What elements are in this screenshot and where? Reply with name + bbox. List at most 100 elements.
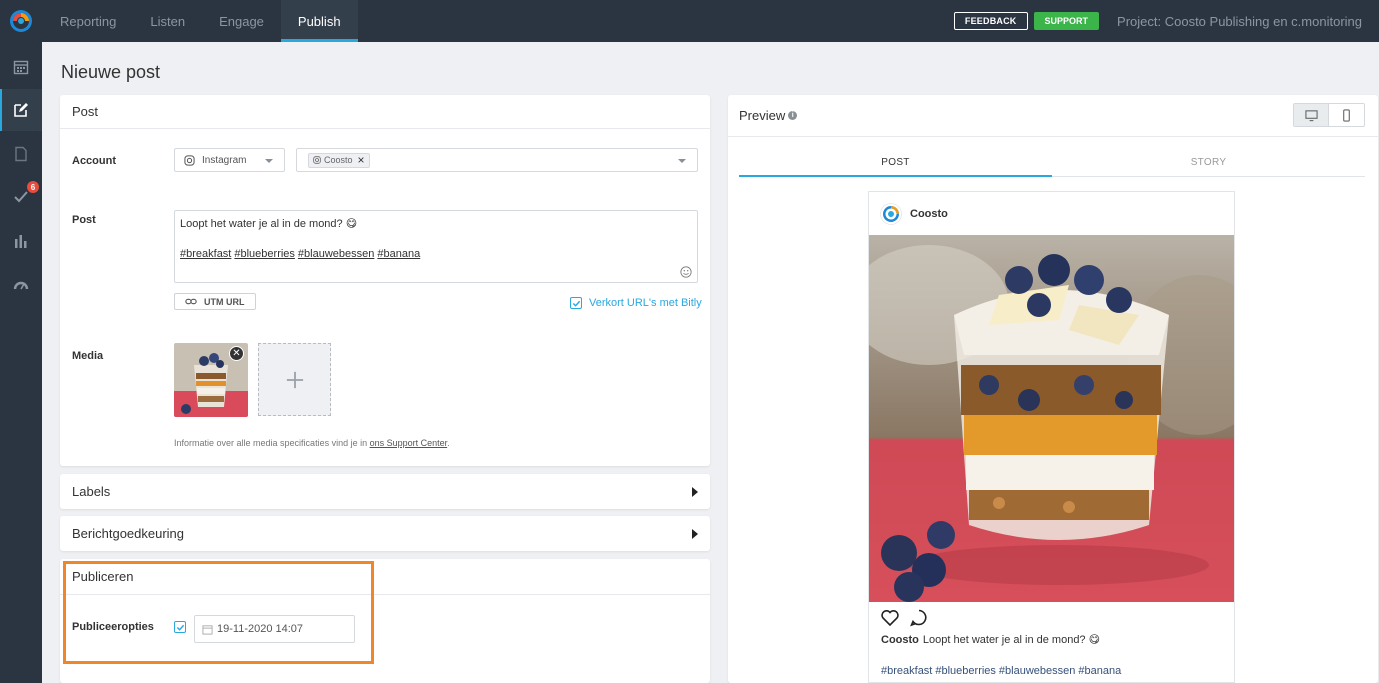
publish-datetime-value: 19-11-2020 14:07 — [217, 623, 304, 635]
main-nav: Reporting Listen Engage Publish — [42, 0, 358, 42]
sidebar-item-analytics[interactable] — [0, 221, 42, 261]
sidebar-item-calendar[interactable] — [0, 47, 42, 87]
logo-icon — [10, 10, 32, 32]
preview-account-name: Coosto — [910, 207, 948, 220]
parfait-post-image — [869, 235, 1234, 602]
hashtag[interactable]: #breakfast — [881, 665, 932, 677]
media-label: Media — [72, 350, 104, 362]
hashtag[interactable]: #banana — [1078, 665, 1121, 677]
publish-datetime-input[interactable]: 19-11-2020 14:07 — [194, 615, 355, 643]
mobile-icon — [1343, 108, 1350, 122]
hashtag[interactable]: #blauwebessen — [298, 248, 374, 260]
publish-options-label: Publiceeropties — [72, 621, 154, 633]
caption-text: Loopt het water je al in de mond? 😋 — [922, 634, 1101, 646]
remove-media-icon[interactable]: ✕ — [229, 346, 244, 361]
caret-right-icon — [692, 528, 698, 539]
hashtag[interactable]: #blauwebessen — [999, 665, 1075, 677]
mobile-view-button[interactable] — [1329, 104, 1364, 126]
emoji-picker-icon[interactable] — [680, 266, 692, 278]
checkmark-icon — [572, 300, 580, 307]
document-icon — [15, 146, 27, 162]
hashtag[interactable]: #blueberries — [234, 248, 295, 260]
publish-schedule-checkbox[interactable] — [174, 621, 186, 633]
publish-card: Publiceren Publiceeropties 19-11-2020 14… — [60, 559, 710, 683]
preview-title: Preview i — [739, 108, 798, 123]
gauge-icon — [13, 281, 29, 290]
nav-listen[interactable]: Listen — [133, 0, 202, 42]
instagram-caption: Coosto Loopt het water je al in de mond?… — [881, 633, 1101, 647]
instagram-preview: Coosto Coosto Loopt het water je al in d… — [868, 191, 1235, 683]
hashtag[interactable]: #breakfast — [180, 248, 231, 260]
add-media-button[interactable] — [258, 343, 331, 416]
support-button[interactable]: SUPPORT — [1033, 12, 1100, 30]
plus-icon — [286, 371, 303, 388]
chevron-down-icon — [678, 159, 686, 163]
caret-right-icon — [692, 486, 698, 497]
bar-chart-icon — [15, 235, 27, 248]
top-navigation-bar: Reporting Listen Engage Publish FEEDBACK… — [0, 0, 1379, 42]
labels-card[interactable]: Labels — [60, 474, 710, 509]
calendar-icon — [202, 624, 213, 635]
instagram-actions — [880, 608, 938, 628]
approval-card[interactable]: Berichtgoedkeuring — [60, 516, 710, 551]
network-value: Instagram — [202, 154, 247, 166]
account-label: Account — [72, 155, 116, 167]
post-label: Post — [72, 214, 96, 226]
hashtag[interactable]: #blueberries — [935, 665, 996, 677]
post-hashtags: #breakfast #blueberries #blauwebessen #bana… — [180, 247, 692, 262]
link-icon — [185, 298, 197, 305]
utm-url-label: UTM URL — [204, 296, 245, 307]
account-tag: Coosto × — [308, 152, 370, 168]
support-center-link[interactable]: ons Support Center — [370, 438, 448, 448]
bitly-option[interactable]: Verkort URL's met Bitly — [570, 297, 702, 309]
tab-post[interactable]: POST — [739, 149, 1052, 177]
post-text-area[interactable]: Loopt het water je al in de mond? 😋 #bre… — [174, 210, 698, 283]
tab-story[interactable]: STORY — [1052, 149, 1365, 177]
calendar-icon — [13, 60, 29, 75]
approval-title: Berichtgoedkeuring — [72, 526, 185, 541]
bitly-checkbox[interactable] — [570, 297, 582, 309]
sidebar-item-compose[interactable] — [0, 89, 42, 131]
post-card: Post Account Instagram Coosto × Post Loo… — [60, 95, 710, 466]
remove-tag-icon[interactable]: × — [358, 153, 365, 167]
publish-title: Publiceren — [60, 559, 710, 595]
hashtag[interactable]: #banana — [377, 248, 420, 260]
instagram-icon — [184, 154, 195, 166]
chevron-down-icon — [265, 159, 273, 163]
account-tag-label: Coosto — [324, 155, 353, 165]
feedback-button[interactable]: FEEDBACK — [953, 12, 1028, 30]
instagram-preview-header: Coosto — [869, 192, 1234, 235]
preview-title-text: Preview — [739, 108, 786, 123]
instagram-hashtags: #breakfast #blueberries #blauwebessen #bana… — [881, 665, 1124, 677]
post-text: Loopt het water je al in de mond? 😋 — [180, 218, 358, 230]
utm-url-button[interactable]: UTM URL — [174, 293, 256, 310]
avatar — [880, 202, 902, 225]
checkmark-icon — [176, 624, 184, 631]
sidebar-item-drafts[interactable] — [0, 134, 42, 174]
desktop-icon — [1304, 109, 1318, 121]
media-info-prefix: Informatie over alle media specificaties… — [174, 438, 370, 448]
check-icon — [14, 191, 28, 203]
nav-publish[interactable]: Publish — [280, 0, 358, 42]
comment-icon[interactable] — [909, 608, 929, 628]
nav-reporting[interactable]: Reporting — [42, 0, 133, 42]
network-select[interactable]: Instagram — [174, 148, 285, 172]
labels-title: Labels — [72, 484, 111, 499]
preview-card: Preview i POST STORY Coosto Coosto Loopt… — [728, 95, 1378, 683]
divider — [728, 136, 1378, 137]
device-toggle — [1293, 103, 1365, 127]
desktop-view-button[interactable] — [1294, 104, 1329, 126]
bitly-label: Verkort URL's met Bitly — [589, 297, 702, 309]
compose-icon — [14, 103, 28, 117]
sidebar: 6 — [0, 42, 42, 683]
heart-icon[interactable] — [880, 608, 900, 628]
project-selector[interactable]: Project: Coosto Publishing en c.monitori… — [1117, 14, 1362, 29]
approvals-badge: 6 — [27, 181, 39, 193]
media-info-text: Informatie over alle media specificaties… — [174, 438, 450, 448]
sidebar-item-dashboard[interactable] — [0, 265, 42, 305]
nav-engage[interactable]: Engage — [202, 0, 281, 42]
account-select[interactable]: Coosto × — [296, 148, 698, 172]
instagram-icon — [313, 156, 321, 164]
info-icon[interactable]: i — [788, 111, 798, 120]
coosto-logo[interactable] — [0, 0, 42, 42]
